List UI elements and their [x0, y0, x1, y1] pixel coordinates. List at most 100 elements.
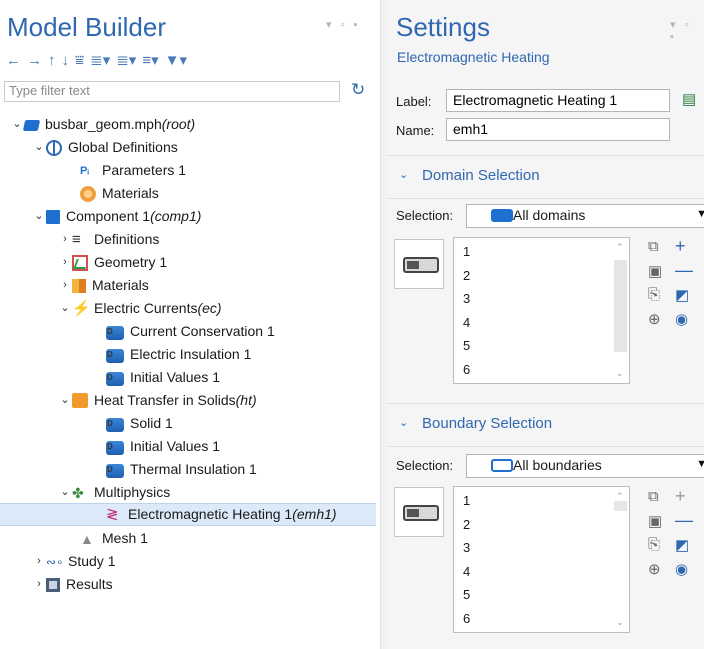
tree-item-global-definitions[interactable]: ⌄ Global Definitions	[32, 136, 178, 159]
chevron-down-icon[interactable]: ⌄	[10, 113, 24, 136]
list-item[interactable]: 6	[463, 362, 470, 377]
tree-item-parameters[interactable]: Pᵢ Parameters 1	[80, 159, 186, 182]
list-item[interactable]: 5	[463, 587, 470, 602]
activate-selection-toggle[interactable]	[394, 487, 444, 537]
collapse-icon[interactable]: ≣▾	[116, 51, 136, 69]
model-builder-title: Model Builder	[7, 12, 166, 42]
add-icon[interactable]: +	[675, 486, 686, 507]
list-item[interactable]: 6	[463, 611, 470, 626]
tree-item-heat-transfer[interactable]: ⌄ Heat Transfer in Solids (ht)	[58, 389, 257, 412]
domain-node-icon	[106, 412, 124, 435]
tree-item-component[interactable]: ⌄ Component 1 (comp1)	[32, 205, 201, 228]
copy-selection-icon[interactable]: ⧉	[648, 488, 659, 505]
name-field-box	[446, 118, 670, 141]
filter-icon[interactable]: ⩸	[75, 52, 84, 69]
electric-currents-icon: ⚡	[72, 299, 91, 317]
tree-item-geometry[interactable]: › Geometry 1	[58, 251, 167, 274]
list-icon[interactable]: ≡▾	[142, 51, 158, 69]
list-item[interactable]: 3	[463, 540, 470, 555]
boundary-list[interactable]: 1 2 3 4 5 6 ⌃ ⌄	[453, 486, 630, 633]
tree-item-global-materials[interactable]: Materials	[80, 182, 159, 205]
list-item[interactable]: 2	[463, 517, 470, 532]
boundary-selection-dropdown[interactable]: All boundaries ▼	[466, 454, 704, 478]
chevron-down-icon[interactable]: ⌄	[58, 389, 72, 412]
tree-item-definitions[interactable]: › ≡ Definitions	[58, 228, 159, 251]
boundary-selection-header[interactable]: ⌄ Boundary Selection	[388, 403, 704, 447]
settings-panel: Settings ▾ ▫ ▪ Electromagnetic Heating L…	[388, 0, 704, 649]
tree-item-component-materials[interactable]: › Materials	[58, 274, 149, 297]
expand-icon[interactable]: ≣▾	[90, 51, 110, 69]
comment-icon[interactable]: ▤	[682, 90, 696, 108]
chevron-right-icon[interactable]: ›	[58, 274, 72, 297]
tag-icon[interactable]: ▼▾	[165, 51, 187, 69]
tree-item-solid[interactable]: Solid 1	[106, 412, 173, 435]
chevron-right-icon[interactable]: ›	[32, 550, 46, 573]
settings-title: Settings	[396, 12, 490, 42]
tree-item-initial-values-ht[interactable]: Initial Values 1	[106, 435, 220, 458]
clear-selection-icon[interactable]: ◩	[675, 286, 689, 304]
domain-selection-header[interactable]: ⌄ Domain Selection	[388, 155, 704, 199]
tree-item-results[interactable]: › Results	[32, 573, 113, 596]
remove-icon[interactable]: —	[675, 510, 693, 531]
add-icon[interactable]: +	[675, 236, 686, 257]
clipboard-icon[interactable]: ⎘	[648, 536, 660, 553]
parameters-icon: Pᵢ	[80, 164, 89, 177]
tree-item-initial-values-ec[interactable]: Initial Values 1	[106, 366, 220, 389]
tree-item-electric-insulation[interactable]: Electric Insulation 1	[106, 343, 251, 366]
paste-icon[interactable]: ▣	[648, 262, 662, 280]
chevron-down-icon[interactable]: ⌄	[32, 205, 46, 228]
panel-controls[interactable]: ▾ ▫ ▪	[326, 18, 360, 31]
copy-selection-icon[interactable]: ⧉	[648, 238, 659, 255]
list-scrollbar[interactable]: ⌃ ⌄	[614, 240, 627, 379]
tree-item-root[interactable]: ⌄ busbar_geom.mph (root)	[10, 113, 195, 136]
heat-transfer-icon	[72, 393, 88, 408]
chevron-right-icon[interactable]: ›	[32, 573, 46, 596]
tree-item-current-conservation[interactable]: Current Conservation 1	[106, 320, 275, 343]
label-caption: Label:	[396, 94, 432, 109]
refresh-icon[interactable]: ↻	[351, 80, 365, 100]
chevron-down-icon[interactable]: ⌄	[58, 297, 72, 320]
activate-selection-toggle[interactable]	[394, 239, 444, 289]
arrow-down-icon[interactable]: ↓	[62, 52, 70, 69]
list-item[interactable]: 4	[463, 315, 470, 330]
filter-input[interactable]	[5, 82, 333, 99]
filter-box	[4, 81, 340, 102]
list-item[interactable]: 5	[463, 338, 470, 353]
panel-controls[interactable]: ▾ ▫ ▪	[670, 18, 704, 43]
model-builder-panel: Model Builder ▾ ▫ ▪ ← → ↑ ↓ ⩸ ≣▾ ≣▾ ≡▾ ▼…	[0, 0, 380, 649]
name-field[interactable]	[447, 119, 639, 138]
chevron-down-icon[interactable]: ⌄	[32, 136, 46, 159]
show-selection-icon[interactable]: ◉	[675, 560, 688, 578]
list-item[interactable]: 4	[463, 564, 470, 579]
list-item[interactable]: 2	[463, 268, 470, 283]
list-item[interactable]: 1	[463, 493, 470, 508]
chevron-right-icon[interactable]: ›	[58, 228, 72, 251]
label-field[interactable]	[447, 90, 639, 109]
tree-item-study[interactable]: › ∾∘ Study 1	[32, 550, 115, 573]
list-scrollbar[interactable]: ⌃ ⌄	[614, 489, 627, 628]
tree-item-multiphysics[interactable]: ⌄ ✤ Multiphysics	[58, 481, 170, 504]
arrow-left-icon[interactable]: ←	[6, 52, 21, 69]
results-icon	[46, 577, 60, 592]
zoom-to-selection-icon[interactable]: ⊕	[648, 310, 661, 328]
chevron-right-icon[interactable]: ›	[58, 251, 72, 274]
domain-list[interactable]: 1 2 3 4 5 6 ⌃ ⌄	[453, 237, 630, 384]
clear-selection-icon[interactable]: ◩	[675, 536, 689, 554]
domain-selection-dropdown[interactable]: All domains ▼	[466, 204, 704, 228]
paste-icon[interactable]: ▣	[648, 512, 662, 530]
list-item[interactable]: 3	[463, 291, 470, 306]
clipboard-icon[interactable]: ⎘	[648, 286, 660, 303]
list-item[interactable]: 1	[463, 244, 470, 259]
tree-item-mesh[interactable]: ▲ Mesh 1	[80, 527, 148, 550]
chevron-down-icon[interactable]: ⌄	[58, 481, 72, 504]
tree-item-thermal-insulation[interactable]: Thermal Insulation 1	[106, 458, 257, 481]
tree-item-electric-currents[interactable]: ⌄ ⚡ Electric Currents (ec)	[58, 297, 221, 320]
show-selection-icon[interactable]: ◉	[675, 310, 688, 328]
chevron-down-icon: ⌄	[399, 417, 409, 429]
remove-icon[interactable]: —	[675, 260, 693, 281]
arrow-up-icon[interactable]: ↑	[48, 52, 56, 69]
arrow-right-icon[interactable]: →	[27, 52, 42, 69]
tree-item-electromagnetic-heating[interactable]: ≷ Electromagnetic Heating 1 (emh1)	[0, 503, 376, 526]
zoom-to-selection-icon[interactable]: ⊕	[648, 560, 661, 578]
multiphysics-icon: ✤	[72, 484, 84, 501]
